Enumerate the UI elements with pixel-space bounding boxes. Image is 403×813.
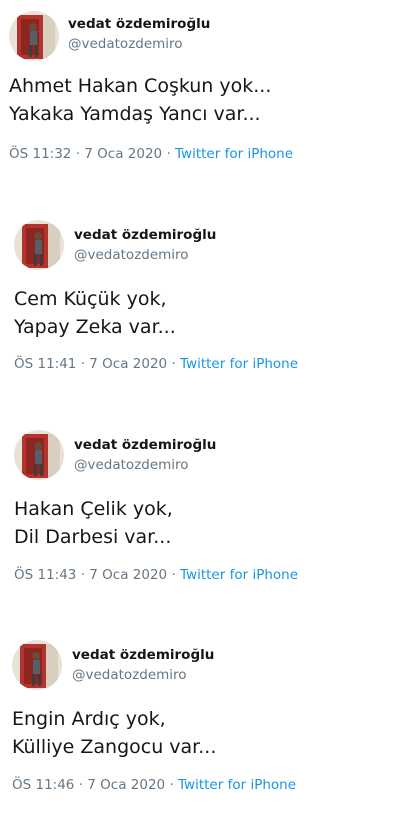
tweet-meta: ÖS 11:41 · 7 Oca 2020 · Twitter for iPho… [14,356,298,372]
tweet-source-link[interactable]: Twitter for iPhone [175,146,293,162]
avatar-image [12,640,62,690]
tweet-date[interactable]: 7 Oca 2020 [89,567,167,583]
avatar[interactable] [12,640,62,690]
author-name[interactable]: vedat özdemiroğlu [68,16,210,32]
tweet-card: vedat özdemiroğlu @vedatozdemiro Ahmet H… [0,0,403,180]
tweet-date[interactable]: 7 Oca 2020 [89,356,167,372]
tweet-line: Yakaka Yamdaş Yancı var... [9,103,261,125]
tweet-time[interactable]: ÖS 11:32 [9,146,71,162]
avatar-image [14,430,64,480]
avatar[interactable] [14,220,64,270]
separator: · [75,146,80,162]
tweet-time[interactable]: ÖS 11:46 [12,777,74,793]
separator: · [80,567,85,583]
tweet-date[interactable]: 7 Oca 2020 [87,777,165,793]
author-handle[interactable]: @vedatozdemiro [68,36,183,52]
tweet-text: Hakan Çelik yok, Dil Darbesi var... [14,495,173,551]
author-name[interactable]: vedat özdemiroğlu [72,647,214,663]
tweet-card: vedat özdemiroğlu @vedatozdemiro Engin A… [0,630,403,810]
tweet-text: Cem Küçük yok, Yapay Zeka var... [14,285,176,341]
separator: · [166,146,171,162]
tweet-time[interactable]: ÖS 11:41 [14,356,76,372]
tweet-card: vedat özdemiroğlu @vedatozdemiro Cem Küç… [0,210,403,390]
tweet-meta: ÖS 11:32 · 7 Oca 2020 · Twitter for iPho… [9,146,293,162]
tweet-line: Cem Küçük yok, [14,288,167,310]
separator: · [78,777,83,793]
author-handle[interactable]: @vedatozdemiro [74,247,189,263]
tweet-line: Dil Darbesi var... [14,526,172,548]
author-name[interactable]: vedat özdemiroğlu [74,227,216,243]
separator: · [80,356,85,372]
avatar[interactable] [14,430,64,480]
tweet-line: Külliye Zangocu var... [12,736,217,758]
author-handle[interactable]: @vedatozdemiro [74,457,189,473]
tweet-meta: ÖS 11:43 · 7 Oca 2020 · Twitter for iPho… [14,567,298,583]
avatar-image [14,220,64,270]
tweet-card: vedat özdemiroğlu @vedatozdemiro Hakan Ç… [0,420,403,600]
separator: · [171,356,176,372]
separator: · [169,777,174,793]
tweet-text: Ahmet Hakan Coşkun yok... Yakaka Yamdaş … [9,72,271,128]
author-handle[interactable]: @vedatozdemiro [72,667,187,683]
tweet-line: Hakan Çelik yok, [14,498,173,520]
tweet-text: Engin Ardıç yok, Külliye Zangocu var... [12,705,216,761]
author-name[interactable]: vedat özdemiroğlu [74,437,216,453]
tweet-line: Yapay Zeka var... [14,316,176,338]
tweet-source-link[interactable]: Twitter for iPhone [178,777,296,793]
tweet-source-link[interactable]: Twitter for iPhone [180,567,298,583]
tweet-source-link[interactable]: Twitter for iPhone [180,356,298,372]
separator: · [171,567,176,583]
tweet-line: Engin Ardıç yok, [12,708,166,730]
tweet-meta: ÖS 11:46 · 7 Oca 2020 · Twitter for iPho… [12,777,296,793]
avatar[interactable] [9,11,59,61]
tweet-date[interactable]: 7 Oca 2020 [84,146,162,162]
tweet-line: Ahmet Hakan Coşkun yok... [9,75,272,97]
avatar-image [9,11,59,61]
tweet-time[interactable]: ÖS 11:43 [14,567,76,583]
